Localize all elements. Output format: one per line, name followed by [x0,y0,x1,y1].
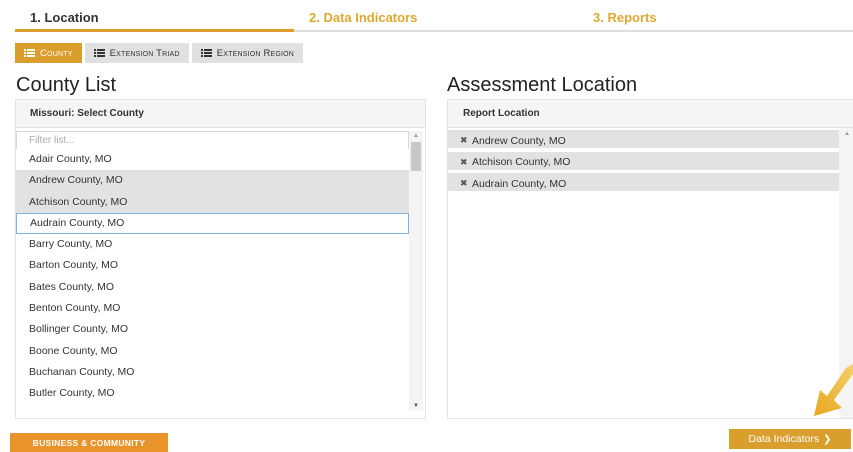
county-list-item[interactable]: Atchison County, MO [16,191,409,213]
business-community-button[interactable]: BUSINESS & COMMUNITY [10,433,168,452]
remove-icon[interactable]: ✖ [460,157,469,168]
county-list-item[interactable]: Bollinger County, MO [16,319,409,340]
report-location-item: ✖ Audrain County, MO [448,173,839,191]
tab-extension-triad[interactable]: Extension Triad [84,43,189,63]
report-location-header: Report Location [448,100,853,128]
county-list-panel: Missouri: Select County Adair County, MO… [15,99,426,419]
report-location-item: ✖ Andrew County, MO [448,130,839,148]
report-location-label: Andrew County, MO [472,134,566,147]
tab-extension-region-label: Extension Region [216,47,295,59]
data-indicators-button[interactable]: Data Indicators ❯ [729,429,851,449]
tab-county-label: County [40,47,73,59]
step-reports[interactable]: 3. Reports [593,10,657,25]
county-list-item[interactable]: Adair County, MO [16,149,409,170]
data-indicators-button-label: Data Indicators [748,433,820,445]
report-location-item: ✖ Atchison County, MO [448,151,839,170]
report-location-label: Audrain County, MO [472,177,567,190]
assessment-location-title: Assessment Location [447,74,638,96]
remove-icon[interactable]: ✖ [460,178,469,189]
scroll-thumb[interactable] [411,142,421,171]
list-icon [24,49,35,57]
assessment-location-panel: Report Location ✖ Andrew County, MO ✖ Atchi… [447,99,853,419]
county-list-item[interactable]: Barton County, MO [16,255,409,276]
pointer-arrow-icon [814,364,853,416]
list-icon [200,49,212,57]
county-list-item[interactable]: Barry County, MO [16,234,409,255]
geography-type-tabs: County Extension Triad Extension Region [15,43,304,63]
report-location-label: Atchison County, MO [472,156,571,168]
step-location[interactable]: 1. Location [30,10,99,25]
county-panel-header: Missouri: Select County [16,100,425,128]
county-list-scrollbar[interactable]: ▲ ▼ [409,131,423,411]
county-list-item[interactable]: Andrew County, MO [16,170,409,192]
tab-county[interactable]: County [15,43,82,63]
step-progress-track [294,30,853,32]
remove-icon[interactable]: ✖ [460,135,469,146]
county-list-item[interactable]: Butler County, MO [16,383,409,404]
scroll-up-icon[interactable]: ▲ [844,131,850,137]
county-list: Adair County, MO Andrew County, MO Atchiso… [16,149,409,405]
scroll-down-icon[interactable]: ▼ [413,403,419,409]
wizard-steps: 1. Location 2. Data Indicators 3. Report… [15,0,853,34]
step-progress-active [15,29,294,32]
step-data-indicators[interactable]: 2. Data Indicators [309,10,417,25]
chevron-right-icon: ❯ [823,433,832,445]
county-list-item[interactable]: Buchanan County, MO [16,362,409,383]
scroll-up-icon[interactable]: ▲ [413,133,419,139]
list-icon [93,49,105,57]
filter-input[interactable] [16,131,409,149]
tab-extension-region[interactable]: Extension Region [191,43,304,63]
county-list-item[interactable]: Audrain County, MO [16,212,409,235]
county-list-item[interactable]: Bates County, MO [16,277,409,298]
county-list-title: County List [16,74,117,96]
county-list-item[interactable]: Benton County, MO [16,298,409,319]
county-list-item[interactable]: Boone County, MO [16,341,409,362]
report-location-list: ✖ Andrew County, MO ✖ Atchison County, MO ✖ A… [448,130,839,195]
tab-extension-triad-label: Extension Triad [109,47,180,59]
